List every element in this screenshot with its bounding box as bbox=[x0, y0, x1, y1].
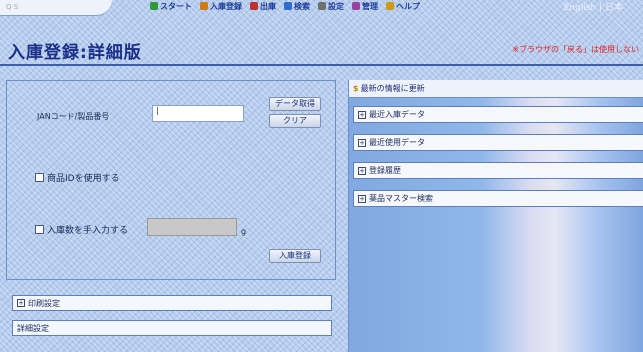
logo-text: Q S bbox=[6, 3, 19, 11]
refresh-icon: $ bbox=[353, 84, 359, 93]
use-product-id-option[interactable]: 商品IDを使用する bbox=[35, 171, 120, 184]
nav-item-start[interactable]: スタート bbox=[150, 1, 192, 12]
jan-code-label: JANコード/製品番号 bbox=[37, 112, 110, 121]
expand-icon[interactable]: + bbox=[358, 166, 366, 175]
browser-back-notice: ※ブラウザの「戻る」は使用しない bbox=[512, 45, 639, 54]
settings-icon bbox=[318, 2, 326, 10]
clear-button[interactable]: クリア bbox=[269, 114, 321, 128]
recent-usage-section[interactable]: + 最近使用データ bbox=[353, 134, 643, 151]
section-label: 最近入庫データ bbox=[369, 110, 425, 119]
use-product-id-label: 商品IDを使用する bbox=[47, 174, 120, 184]
recent-inbound-section[interactable]: + 最近入庫データ bbox=[353, 106, 643, 123]
nav-label: スタート bbox=[160, 1, 192, 11]
detail-settings-section[interactable]: 詳細設定 bbox=[12, 320, 332, 336]
quantity-input[interactable] bbox=[147, 218, 237, 236]
section-label: 最近使用データ bbox=[369, 138, 425, 147]
fetch-data-button[interactable]: データ取得 bbox=[269, 97, 321, 111]
print-settings-label: 印刷設定 bbox=[28, 298, 60, 308]
nav-item-settings[interactable]: 設定 bbox=[318, 1, 344, 12]
section-label: 薬品マスター検索 bbox=[369, 194, 433, 203]
refresh-info-label: 最新の情報に更新 bbox=[360, 84, 425, 93]
language-switch[interactable]: English | 日本 bbox=[564, 0, 623, 13]
inbound-form-panel: JANコード/製品番号 | データ取得 クリア 商品IDを使用する 入庫数を手入… bbox=[6, 80, 336, 280]
use-product-id-checkbox[interactable] bbox=[35, 173, 44, 182]
help-icon bbox=[386, 2, 394, 10]
expand-icon[interactable]: + bbox=[17, 299, 25, 307]
nav-label: 入庫登録 bbox=[210, 1, 242, 11]
section-label: 登録履歴 bbox=[369, 166, 401, 175]
top-nav-bar: Q S スタート 入庫登録 出庫 検索 設定 管理 ヘルプ English | … bbox=[0, 0, 643, 22]
register-inbound-button[interactable]: 入庫登録 bbox=[269, 249, 321, 263]
jan-code-input[interactable]: | bbox=[152, 105, 244, 122]
nav-item-outbound[interactable]: 出庫 bbox=[250, 1, 276, 12]
nav-item-help[interactable]: ヘルプ bbox=[386, 1, 420, 12]
admin-icon bbox=[352, 2, 360, 10]
nav-label: ヘルプ bbox=[396, 1, 420, 11]
quantity-unit: g bbox=[241, 227, 247, 236]
expand-icon[interactable]: + bbox=[358, 138, 366, 147]
expand-icon[interactable]: + bbox=[358, 194, 366, 203]
page-title: 入庫登録:詳細版 bbox=[8, 43, 142, 63]
search-icon bbox=[284, 2, 292, 10]
title-divider bbox=[0, 64, 643, 66]
manual-qty-checkbox[interactable] bbox=[35, 225, 44, 234]
print-settings-section[interactable]: + 印刷設定 bbox=[12, 295, 332, 311]
nav-item-inbound[interactable]: 入庫登録 bbox=[200, 1, 242, 12]
nav-item-search[interactable]: 検索 bbox=[284, 1, 310, 12]
info-panel: $ 最新の情報に更新 + 最近入庫データ + 最近使用データ + 登録履歴 + … bbox=[348, 80, 643, 352]
nav-label: 検索 bbox=[294, 1, 310, 11]
nav-label: 出庫 bbox=[260, 1, 276, 11]
refresh-info-header[interactable]: $ 最新の情報に更新 bbox=[349, 80, 643, 98]
inbound-icon bbox=[200, 2, 208, 10]
detail-settings-label: 詳細設定 bbox=[17, 323, 49, 333]
nav-label: 設定 bbox=[328, 1, 344, 11]
manual-qty-option[interactable]: 入庫数を手入力する bbox=[35, 223, 128, 236]
registration-history-section[interactable]: + 登録履歴 bbox=[353, 162, 643, 179]
start-icon bbox=[150, 2, 158, 10]
main-nav: スタート 入庫登録 出庫 検索 設定 管理 ヘルプ bbox=[150, 0, 420, 12]
expand-icon[interactable]: + bbox=[358, 110, 366, 119]
nav-item-admin[interactable]: 管理 bbox=[352, 1, 378, 12]
nav-label: 管理 bbox=[362, 1, 378, 11]
chemical-master-search-section[interactable]: + 薬品マスター検索 bbox=[353, 190, 643, 207]
manual-qty-label: 入庫数を手入力する bbox=[47, 226, 129, 236]
outbound-icon bbox=[250, 2, 258, 10]
logo-area: Q S bbox=[0, 0, 112, 16]
